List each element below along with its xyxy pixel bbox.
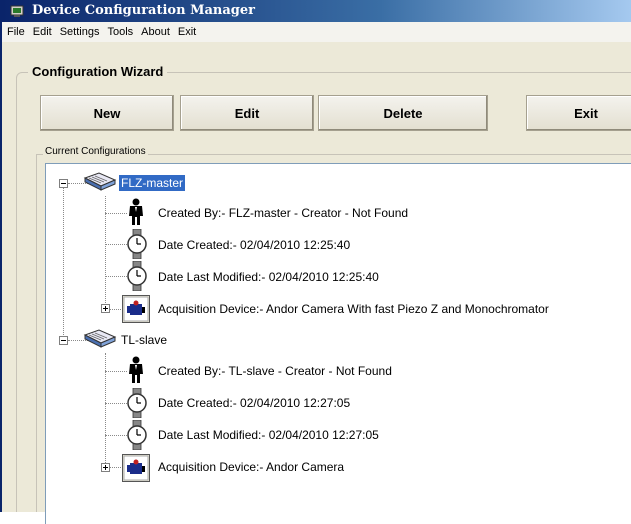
tree-line: [105, 276, 127, 277]
created-by-flz-master: Created By:- FLZ-master - Creator - Not …: [158, 206, 409, 220]
watch-icon: [127, 420, 147, 450]
book-icon: [83, 329, 117, 348]
config-name-flz-master[interactable]: FLZ-master: [119, 175, 186, 191]
date-created-tl-slave: Date Created:- 02/04/2010 12:27:05: [158, 396, 351, 410]
delete-button[interactable]: Delete: [318, 95, 488, 131]
tree-line: [105, 371, 127, 372]
menu-edit[interactable]: Edit: [30, 22, 55, 42]
exit-button[interactable]: Exit: [526, 95, 631, 131]
tree-line: [63, 184, 64, 339]
current-configurations-label: Current Configurations: [43, 146, 148, 157]
menu-about[interactable]: About: [138, 22, 173, 42]
app-icon: [10, 5, 24, 17]
watch-icon: [127, 388, 147, 418]
collapse-toggle-tl-slave[interactable]: [59, 336, 68, 345]
camera-device-icon: [122, 295, 150, 323]
edit-button[interactable]: Edit: [180, 95, 314, 131]
date-modified-flz-master: Date Last Modified:- 02/04/2010 12:25:40: [158, 270, 379, 284]
menu-file[interactable]: File: [4, 22, 28, 42]
watch-icon: [127, 261, 147, 291]
title-bar: Device Configuration Manager: [2, 0, 631, 22]
tree-line: [105, 403, 127, 404]
window-title: Device Configuration Manager: [32, 3, 255, 18]
config-name-tl-slave[interactable]: TL-slave: [121, 332, 167, 348]
tree-line: [105, 213, 127, 214]
acquisition-device-tl-slave: Acquisition Device:- Andor Camera: [158, 460, 345, 474]
tree-line: [105, 244, 127, 245]
expand-toggle-acquisition-flz-master[interactable]: [101, 304, 110, 313]
person-icon: [129, 356, 143, 383]
configuration-tree[interactable]: FLZ-master Created By:- FLZ-master - Cre…: [45, 163, 631, 524]
book-icon: [83, 172, 117, 191]
expand-toggle-acquisition-tl-slave[interactable]: [101, 463, 110, 472]
acquisition-device-flz-master: Acquisition Device:- Andor Camera With f…: [158, 302, 549, 316]
menu-exit[interactable]: Exit: [175, 22, 199, 42]
collapse-toggle-flz-master[interactable]: [59, 179, 68, 188]
watch-icon: [127, 229, 147, 259]
date-created-flz-master: Date Created:- 02/04/2010 12:25:40: [158, 238, 351, 252]
menu-bar: File Edit Settings Tools About Exit: [2, 22, 631, 42]
person-icon: [129, 198, 143, 225]
tree-line: [105, 435, 127, 436]
camera-device-icon: [122, 454, 150, 482]
created-by-tl-slave: Created By:- TL-slave - Creator - Not Fo…: [158, 364, 392, 378]
new-button[interactable]: New: [40, 95, 174, 131]
configuration-wizard-label: Configuration Wizard: [28, 64, 168, 79]
menu-tools[interactable]: Tools: [104, 22, 136, 42]
date-modified-tl-slave: Date Last Modified:- 02/04/2010 12:27:05: [158, 428, 379, 442]
menu-settings[interactable]: Settings: [57, 22, 103, 42]
